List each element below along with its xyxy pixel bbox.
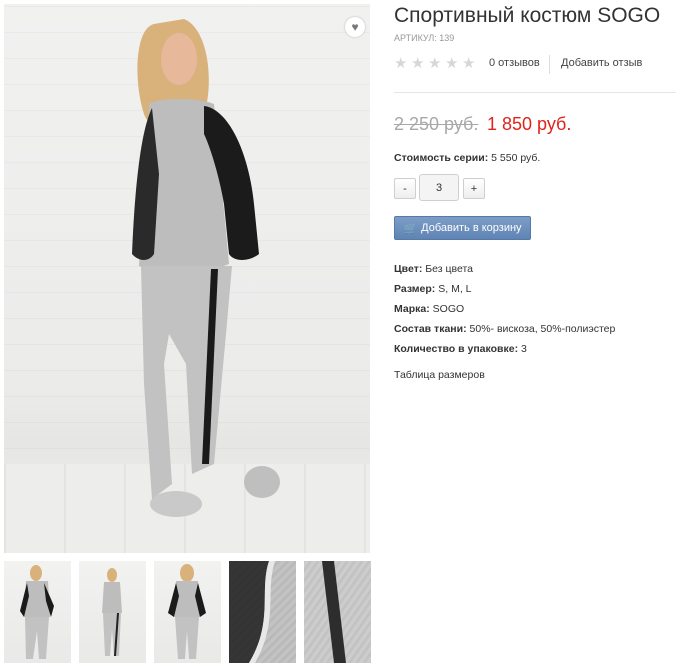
property-brand: Марка: SOGO [394, 302, 615, 322]
thumbnail-4[interactable] [229, 561, 296, 663]
add-review-link[interactable]: Добавить отзыв [561, 57, 642, 69]
separator-line [394, 92, 676, 93]
property-size: Размер: S, M, L [394, 282, 615, 302]
thumbnail-strip [4, 561, 372, 663]
property-label: Марка: [394, 303, 430, 315]
product-properties: Цвет: Без цвета Размер: S, M, L Марка: S… [394, 262, 615, 362]
divider [549, 55, 550, 74]
add-to-cart-button[interactable]: 🛒 Добавить в корзину [394, 216, 531, 240]
property-label: Цвет: [394, 263, 423, 275]
add-to-cart-label: Добавить в корзину [421, 222, 522, 234]
property-fabric: Состав ткани: 50%- вискоза, 50%-полиэсте… [394, 322, 615, 342]
property-label: Состав ткани: [394, 323, 467, 335]
thumbnail-lace-detail [322, 561, 346, 663]
series-cost: Стоимость серии: 5 550 руб. [394, 152, 540, 164]
thumbnail-2[interactable] [79, 561, 146, 663]
quantity-increase-button[interactable]: + [463, 178, 485, 199]
star-icon[interactable]: ★ [428, 56, 441, 72]
product-title: Спортивный костюм SOGO [394, 4, 661, 27]
property-label: Размер: [394, 283, 436, 295]
star-icon[interactable]: ★ [445, 56, 458, 72]
property-value: 3 [521, 343, 527, 355]
cart-icon: 🛒 [403, 222, 418, 235]
star-icon[interactable]: ★ [411, 56, 424, 72]
series-cost-value: 5 550 руб. [491, 152, 541, 164]
reviews-count-link[interactable]: 0 отзывов [489, 57, 540, 69]
thumbnail-figure [20, 565, 54, 659]
property-label: Количество в упаковке: [394, 343, 519, 355]
property-pack-quantity: Количество в упаковке: 3 [394, 342, 615, 362]
current-price: 1 850 руб. [487, 114, 572, 134]
thumbnail-5[interactable] [304, 561, 371, 663]
thumbnail-figure [102, 568, 122, 656]
property-value: Без цвета [425, 263, 473, 275]
property-color: Цвет: Без цвета [394, 262, 615, 282]
series-cost-label: Стоимость серии: [394, 152, 489, 164]
star-icon[interactable]: ★ [394, 56, 407, 72]
thumbnail-lace-detail [229, 561, 275, 663]
thumbnail-3[interactable] [154, 561, 221, 663]
star-icon[interactable]: ★ [462, 56, 475, 72]
thumbnail-1[interactable] [4, 561, 71, 663]
product-main-image[interactable]: ♥ [4, 4, 370, 553]
model-figure [132, 19, 280, 517]
old-price: 2 250 руб. [394, 114, 479, 134]
product-sku: АРТИКУЛ: 139 [394, 33, 455, 43]
quantity-decrease-button[interactable]: - [394, 178, 416, 199]
wishlist-heart-icon[interactable]: ♥ [345, 17, 365, 37]
thumbnail-figure [168, 564, 206, 659]
property-value: S, M, L [438, 283, 472, 295]
property-value: 50%- вискоза, 50%-полиэстер [469, 323, 616, 335]
quantity-input[interactable] [419, 174, 459, 201]
property-value: SOGO [432, 303, 465, 315]
size-table-link[interactable]: Таблица размеров [394, 369, 485, 381]
